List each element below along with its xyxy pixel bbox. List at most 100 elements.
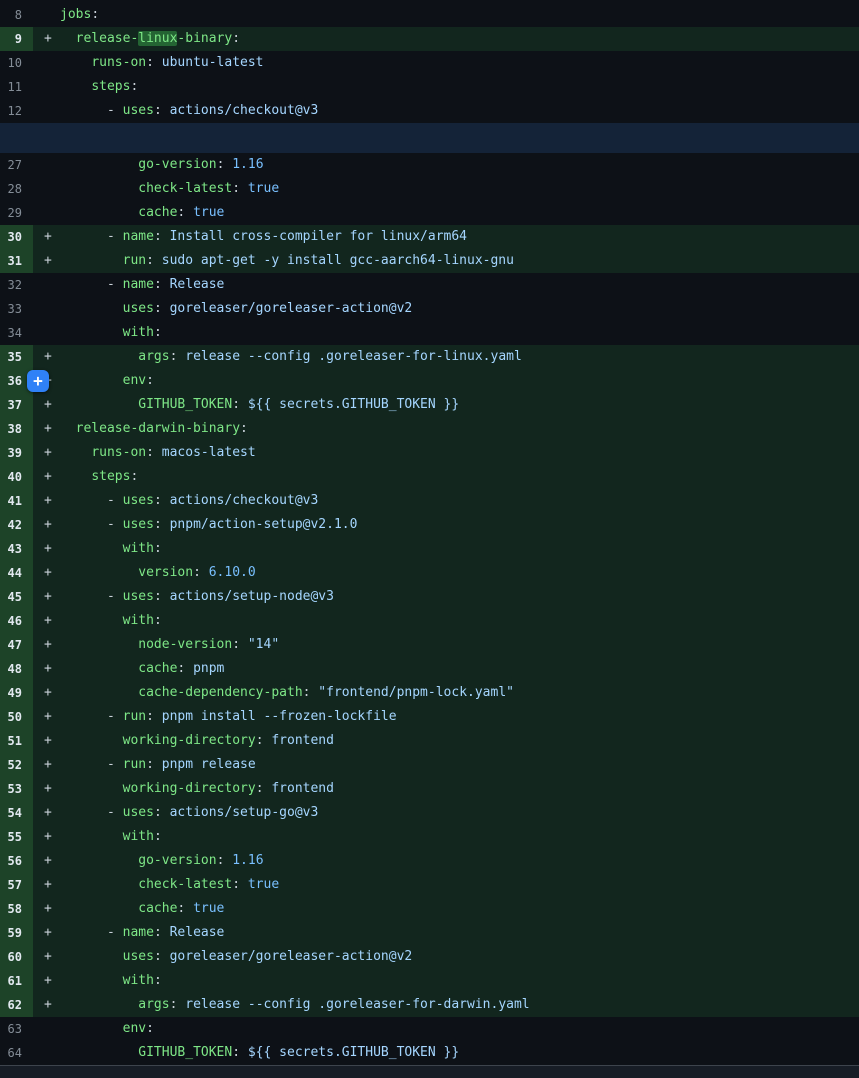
code-segment <box>60 733 123 748</box>
diff-added-marker: + <box>33 465 60 489</box>
line-number[interactable]: 44 <box>0 561 33 585</box>
code-segment: : <box>154 229 162 244</box>
code-segment <box>60 853 138 868</box>
code-segment: GITHUB_TOKEN <box>138 397 232 412</box>
line-number[interactable]: 54 <box>0 801 33 825</box>
diff-line-62: 62+ args: release --config .goreleaser-f… <box>0 993 859 1017</box>
code-segment: run <box>123 253 146 268</box>
code-segment: Release <box>162 925 225 940</box>
line-number[interactable]: 28 <box>0 177 33 201</box>
line-number[interactable]: 56 <box>0 849 33 873</box>
line-number[interactable]: 57 <box>0 873 33 897</box>
code-segment <box>60 781 123 796</box>
line-number[interactable]: 30 <box>0 225 33 249</box>
code-segment: : <box>154 829 162 844</box>
code-segment <box>60 949 123 964</box>
line-number[interactable]: 45 <box>0 585 33 609</box>
line-number[interactable]: 29 <box>0 201 33 225</box>
code-segment: uses <box>123 103 154 118</box>
line-number[interactable]: 52 <box>0 753 33 777</box>
code-text: uses: goreleaser/goreleaser-action@v2 <box>60 297 859 321</box>
code-segment: : <box>240 421 248 436</box>
code-text: args: release --config .goreleaser-for-d… <box>60 993 859 1017</box>
code-text: check-latest: true <box>60 177 859 201</box>
code-segment: runs-on <box>91 55 146 70</box>
code-segment: 1.16 <box>224 157 263 172</box>
line-number[interactable]: 64 <box>0 1041 33 1065</box>
code-segment <box>60 325 123 340</box>
code-segment: "14" <box>240 637 279 652</box>
diff-added-marker: + <box>33 345 60 369</box>
code-segment <box>60 301 123 316</box>
line-number[interactable]: 39 <box>0 441 33 465</box>
code-text: cache: true <box>60 897 859 921</box>
code-text: with: <box>60 609 859 633</box>
line-number[interactable]: 49 <box>0 681 33 705</box>
code-segment <box>60 541 123 556</box>
code-segment <box>60 1021 123 1036</box>
diff-added-marker: + <box>33 729 60 753</box>
code-segment: release-darwin-binary <box>76 421 240 436</box>
code-segment: pnpm <box>185 661 224 676</box>
code-segment <box>60 685 138 700</box>
line-number[interactable]: 8 <box>0 3 33 27</box>
line-number[interactable]: 37 <box>0 393 33 417</box>
code-segment: : <box>91 7 99 22</box>
line-number[interactable]: 12 <box>0 99 33 123</box>
diff-line-37: 37+ GITHUB_TOKEN: ${{ secrets.GITHUB_TOK… <box>0 393 859 417</box>
diff-added-marker: + <box>33 825 60 849</box>
line-number[interactable]: 42 <box>0 513 33 537</box>
add-comment-button[interactable]: + <box>27 370 49 392</box>
code-text: with: <box>60 537 859 561</box>
code-segment: frontend <box>264 733 334 748</box>
code-segment: uses <box>123 589 154 604</box>
line-number[interactable]: 48 <box>0 657 33 681</box>
code-segment: args <box>138 997 169 1012</box>
line-number[interactable]: 63 <box>0 1017 33 1041</box>
line-number[interactable]: 50 <box>0 705 33 729</box>
line-number[interactable]: 11 <box>0 75 33 99</box>
code-segment: version <box>138 565 193 580</box>
line-number[interactable]: 43 <box>0 537 33 561</box>
line-number[interactable]: 51 <box>0 729 33 753</box>
line-number[interactable]: 62 <box>0 993 33 1017</box>
diff-added-marker <box>33 99 60 123</box>
line-number[interactable]: 47 <box>0 633 33 657</box>
line-number[interactable]: 35 <box>0 345 33 369</box>
line-number[interactable]: 33 <box>0 297 33 321</box>
diff-added-marker: + <box>33 513 60 537</box>
code-segment: : <box>130 79 138 94</box>
line-number[interactable]: 32 <box>0 273 33 297</box>
line-number[interactable]: 61 <box>0 969 33 993</box>
expand-collapsed-lines-row[interactable] <box>0 123 859 153</box>
code-segment <box>60 31 76 46</box>
line-number[interactable]: 58 <box>0 897 33 921</box>
code-segment: cache <box>138 901 177 916</box>
code-segment: : <box>232 31 240 46</box>
line-number[interactable]: 34 <box>0 321 33 345</box>
line-number[interactable]: 60 <box>0 945 33 969</box>
line-number[interactable]: 55 <box>0 825 33 849</box>
code-segment: - <box>60 277 123 292</box>
line-number[interactable]: 59 <box>0 921 33 945</box>
code-segment <box>60 997 138 1012</box>
line-number[interactable]: 31 <box>0 249 33 273</box>
line-number[interactable]: 10 <box>0 51 33 75</box>
line-number[interactable]: 27 <box>0 153 33 177</box>
line-number[interactable]: 53 <box>0 777 33 801</box>
code-segment: ubuntu-latest <box>154 55 264 70</box>
code-segment <box>60 901 138 916</box>
diff-line-29: 29 cache: true <box>0 201 859 225</box>
code-segment: : <box>154 493 162 508</box>
line-number[interactable]: 41 <box>0 489 33 513</box>
code-segment: release- <box>76 31 139 46</box>
line-number[interactable]: 9 <box>0 27 33 51</box>
line-number[interactable]: 40 <box>0 465 33 489</box>
code-segment: ${{ secrets.GITHUB_TOKEN }} <box>240 397 459 412</box>
code-segment: actions/checkout@v3 <box>162 493 319 508</box>
line-number[interactable]: 46 <box>0 609 33 633</box>
code-segment: run <box>123 757 146 772</box>
code-segment: go-version <box>138 157 216 172</box>
diff-line-31: 31+ run: sudo apt-get -y install gcc-aar… <box>0 249 859 273</box>
line-number[interactable]: 38 <box>0 417 33 441</box>
